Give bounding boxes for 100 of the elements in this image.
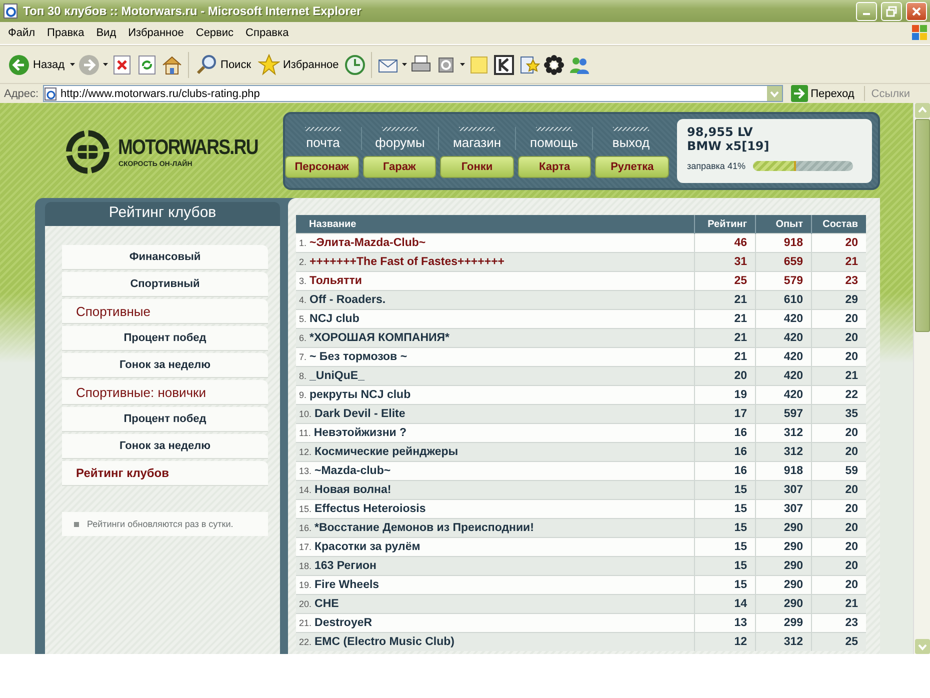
sidebar-item[interactable]: Финансовый — [62, 245, 268, 270]
minimize-button[interactable] — [856, 2, 877, 20]
back-button[interactable]: Назад — [6, 54, 67, 76]
nav-button[interactable]: Персонаж — [285, 156, 359, 178]
menu-item[interactable]: Справка — [240, 27, 295, 39]
club-name[interactable]: Космические рейнджеры — [314, 446, 458, 458]
search-button[interactable]: Поиск — [194, 54, 254, 76]
search-icon — [196, 54, 218, 76]
address-field[interactable]: http://www.motorwars.ru/clubs-rating.php — [42, 85, 783, 102]
club-name[interactable]: Dark Devil - Elite — [314, 408, 406, 420]
scrollbar[interactable] — [913, 103, 930, 654]
address-label: Адрес: — [4, 88, 39, 100]
ie-logo-icon — [3, 3, 19, 19]
caret-icon[interactable] — [402, 63, 407, 66]
column-header[interactable]: Название — [296, 215, 694, 234]
rank-number: 11. — [299, 428, 311, 438]
club-name[interactable]: ~Mazda-club~ — [314, 465, 391, 477]
rank-number: 2. — [299, 257, 307, 267]
club-name[interactable]: Fire Wheels — [314, 579, 380, 591]
column-header[interactable]: Состав — [812, 215, 866, 234]
go-button[interactable]: Переход — [786, 85, 858, 102]
sidebar-item[interactable]: Гонок за неделю — [62, 353, 268, 378]
close-button[interactable] — [906, 2, 927, 20]
rank-number: 4. — [299, 295, 307, 305]
flower-icon[interactable] — [542, 54, 565, 76]
rank-number: 7. — [299, 352, 307, 362]
club-name[interactable]: Off - Roaders. — [310, 294, 386, 306]
club-name[interactable]: Невэтойжизни ? — [314, 427, 407, 439]
rank-number: 6. — [299, 333, 307, 343]
rank-number: 8. — [299, 371, 307, 381]
rank-number: 21. — [299, 618, 312, 628]
info-note: Рейтинги обновляются раз в сутки. — [62, 512, 268, 536]
home-icon[interactable] — [160, 54, 183, 76]
restore-icon — [886, 6, 897, 16]
logo-icon — [65, 128, 110, 174]
panel-title: Рейтинг клубов — [45, 202, 280, 226]
club-name[interactable]: EMC (Electro Music Club) — [314, 636, 454, 648]
rank-number: 9. — [299, 390, 307, 400]
sidebar-item[interactable]: Спортивный — [62, 272, 268, 297]
rank-number: 10. — [299, 409, 312, 419]
club-name[interactable]: 163 Регион — [314, 560, 377, 572]
club-name[interactable]: Красотки за рулём — [314, 541, 420, 553]
caret-icon[interactable] — [102, 63, 108, 66]
rank-number: 16. — [299, 523, 312, 533]
club-name[interactable]: *ХОРОШАЯ КОМПАНИЯ* — [310, 332, 450, 344]
club-name[interactable]: DestroyeR — [314, 617, 372, 629]
club-name[interactable]: ~ Без тормозов ~ — [310, 351, 408, 363]
sidebar-item[interactable]: Спортивные — [62, 299, 268, 324]
club-name[interactable]: Effectus Heteroiosis — [314, 503, 426, 515]
menu-item[interactable]: Вид — [90, 27, 122, 39]
column-header[interactable]: Опыт — [756, 215, 812, 234]
stop-icon[interactable] — [110, 54, 133, 76]
rank-number: 13. — [299, 466, 312, 476]
rank-number: 14. — [299, 485, 312, 495]
menu-item[interactable]: Файл — [2, 27, 42, 39]
rank-number: 20. — [299, 599, 312, 609]
club-name[interactable]: CHE — [314, 598, 339, 610]
favorites-button[interactable]: Избранное — [256, 54, 341, 76]
scroll-thumb[interactable] — [914, 119, 930, 332]
club-name[interactable]: +++++++The Fast of Fastes+++++++ — [310, 256, 505, 268]
rank-number: 15. — [299, 504, 312, 514]
rank-number: 5. — [299, 314, 307, 324]
caret-icon[interactable] — [460, 63, 465, 66]
club-name[interactable]: *Восстание Демонов из Преисподнии! — [314, 522, 534, 534]
rank-number: 17. — [299, 542, 312, 552]
nav-button[interactable]: Рулетка — [595, 156, 669, 178]
column-header[interactable]: Рейтинг — [694, 215, 756, 234]
club-name[interactable]: Тольятти — [310, 275, 362, 287]
club-name[interactable]: рекруты NCJ club — [310, 389, 411, 401]
bookmark-star-icon[interactable] — [518, 54, 540, 76]
refresh-icon[interactable] — [136, 54, 158, 76]
rank-number: 3. — [299, 276, 307, 286]
history-icon[interactable] — [344, 54, 366, 76]
sidebar-item[interactable]: Процент побед — [62, 407, 268, 432]
rank-number: 18. — [299, 561, 312, 571]
nav-button[interactable]: Гараж — [362, 156, 436, 178]
rank-number: 12. — [299, 447, 312, 457]
rank-number: 19. — [299, 580, 312, 590]
sidebar-item[interactable]: Рейтинг клубов — [62, 461, 268, 486]
car-name: BMW x5[19] — [687, 139, 770, 153]
rank-number: 1. — [299, 238, 307, 248]
menu-item[interactable]: Избранное — [122, 27, 190, 39]
sidebar-item[interactable]: Процент побед — [62, 326, 268, 351]
sidebar-item[interactable]: Гонок за неделю — [62, 434, 268, 459]
club-name[interactable]: ~Элита-Mazda-Club~ — [310, 237, 426, 249]
site-logo[interactable]: MOTORWARS.RU — [118, 136, 258, 160]
menu-item[interactable]: Правка — [41, 27, 90, 39]
caret-icon[interactable] — [70, 63, 75, 66]
sidebar-item[interactable]: Спортивные: новички — [62, 380, 268, 405]
nav-button[interactable]: Карта — [518, 156, 592, 178]
restore-button[interactable] — [881, 2, 902, 20]
nav-button[interactable]: Гонки — [440, 156, 514, 178]
table-cell: 12 — [694, 632, 756, 651]
k-logo-icon[interactable] — [492, 54, 515, 76]
page-icon — [44, 86, 58, 100]
club-name[interactable]: _UniQuE_ — [310, 370, 364, 382]
club-name[interactable]: NCJ club — [310, 313, 360, 325]
menu-item[interactable]: Сервис — [190, 27, 240, 39]
club-name[interactable]: Новая волна! — [314, 484, 392, 496]
fuel-label: заправка 41% — [687, 161, 746, 171]
